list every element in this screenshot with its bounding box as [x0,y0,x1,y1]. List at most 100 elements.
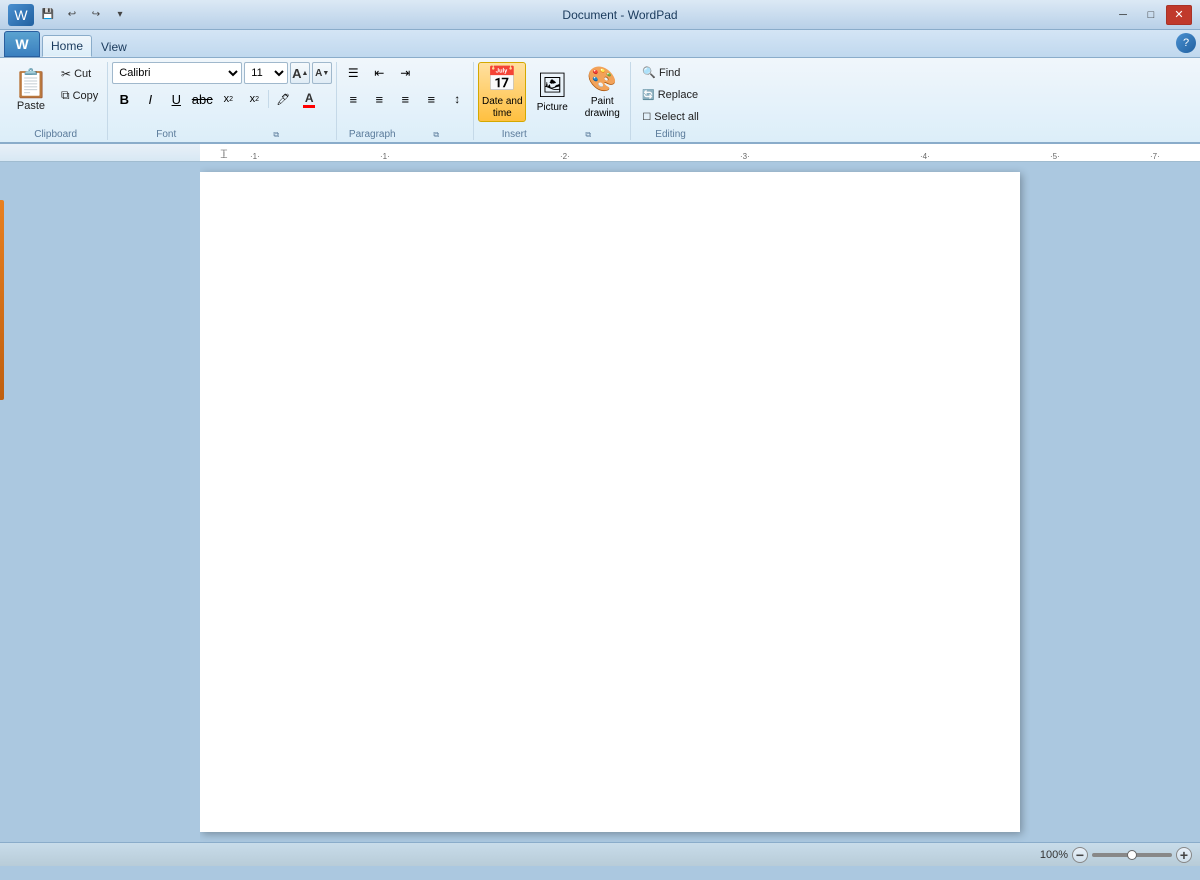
font-name-select[interactable]: Calibri [112,62,242,84]
highlight-icon: 🖊 [276,93,290,106]
font-color-indicator [303,105,315,108]
paint-icon: 🎨 [587,65,617,94]
underline-button[interactable]: U [164,88,188,110]
font-grow-button[interactable]: A▲ [290,62,310,84]
paint-drawing-button[interactable]: 🎨 Paintdrawing [578,62,626,122]
cut-button[interactable]: ✂ Cut [56,64,103,84]
title-bar: W 💾 ↩ ↪ ▾ Document - WordPad ─ □ ✕ [0,0,1200,30]
font-group-content: Calibri 11 A▲ A▼ B I U abc x2 x2 🖊 [112,62,332,127]
left-accent-bar [0,200,4,400]
tab-bar: W Home View ? [0,30,1200,58]
undo-quick-button[interactable]: ↩ [62,5,82,25]
picture-icon: 🖼 [537,71,567,100]
wordpad-logo-button[interactable]: W [4,31,40,57]
ruler: ·1· ·1· ·2· ·3· ·4· ·5· ·7· ⊤ ⊥ [0,144,1200,162]
font-group: Calibri 11 A▲ A▼ B I U abc x2 x2 🖊 [108,62,337,140]
strikethrough-button[interactable]: abc [190,88,214,110]
paste-icon: 📋 [14,70,49,98]
zoom-slider-thumb[interactable] [1127,850,1137,860]
font-expand-button[interactable]: ⧉ [220,130,332,140]
redo-quick-button[interactable]: ↪ [86,5,106,25]
status-bar: 100% − + [0,842,1200,866]
insert-group-content: 📅 Date andtime 🖼 Picture 🎨 Paintdrawing [478,62,626,127]
picture-button[interactable]: 🖼 Picture [528,62,576,122]
indent-marker[interactable]: ⊥ [220,150,228,161]
replace-icon: 🔄 [642,90,654,101]
copy-button[interactable]: ⧉ Copy [56,85,103,106]
select-all-icon: ☐ [642,112,651,123]
zoom-slider[interactable] [1092,853,1172,857]
cut-copy-column: ✂ Cut ⧉ Copy [56,62,103,106]
font-format-row: B I U abc x2 x2 🖊 A [112,88,321,110]
editing-group: 🔍 Find 🔄 Replace ☐ Select all Editing [631,62,710,140]
ruler-inner: ·1· ·1· ·2· ·3· ·4· ·5· ·7· ⊤ ⊥ [200,144,1200,161]
cut-icon: ✂ [61,67,71,81]
insert-expand-button[interactable]: ⧉ [550,130,626,140]
editing-label: Editing [635,127,706,140]
date-time-button[interactable]: 📅 Date andtime [478,62,526,122]
zoom-in-button[interactable]: + [1176,847,1192,863]
superscript-button[interactable]: x2 [242,88,266,110]
left-margin [0,162,200,842]
highlight-color-button[interactable]: 🖊 [271,88,295,110]
tab-view[interactable]: View [92,35,136,57]
justify-button[interactable]: ≡ [419,88,443,110]
align-right-button[interactable]: ≡ [393,88,417,110]
paragraph-group-content: ☰ ⇤ ⇥ ≡ ≡ ≡ ≡ ↕ [341,62,469,127]
font-label: Font ⧉ [112,127,332,140]
font-shrink-button[interactable]: A▼ [312,62,332,84]
window-controls: ─ □ ✕ [1110,5,1192,25]
minimize-button[interactable]: ─ [1110,5,1136,25]
paragraph-group: ☰ ⇤ ⇥ ≡ ≡ ≡ ≡ ↕ Paragraph ⧉ [337,62,474,140]
ribbon: 📋 Paste ✂ Cut ⧉ Copy Clipboard [0,58,1200,144]
font-color-icon: A [305,91,314,105]
align-left-button[interactable]: ≡ [341,88,365,110]
right-margin [1030,162,1200,842]
paragraph-row1: ☰ ⇤ ⇥ [341,62,417,84]
bullets-button[interactable]: ☰ [341,62,365,84]
paste-label: Paste [17,100,45,112]
save-quick-button[interactable]: 💾 [38,5,58,25]
copy-label: Copy [73,90,99,102]
replace-button[interactable]: 🔄 Replace [635,85,705,105]
line-spacing-button[interactable]: ↕ [445,88,469,110]
clipboard-group-content: 📋 Paste ✂ Cut ⧉ Copy [8,62,103,127]
window-title: Document - WordPad [130,8,1110,22]
paragraph-expand-button[interactable]: ⧉ [403,130,469,140]
clipboard-label: Clipboard [8,127,103,140]
find-button[interactable]: 🔍 Find [635,62,687,83]
document-page[interactable] [200,172,1020,832]
italic-button[interactable]: I [138,88,162,110]
subscript-button[interactable]: x2 [216,88,240,110]
picture-label: Picture [537,102,568,113]
main-area [0,162,1200,842]
select-all-label: Select all [654,111,699,123]
help-button[interactable]: ? [1176,33,1196,53]
paint-label: Paintdrawing [585,96,620,120]
find-icon: 🔍 [642,66,656,79]
document-area[interactable] [200,162,1030,842]
insert-label: Insert ⧉ [478,127,626,140]
font-size-select[interactable]: 11 [244,62,288,84]
clipboard-group: 📋 Paste ✂ Cut ⧉ Copy Clipboard [4,62,108,140]
cut-label: Cut [74,68,91,80]
date-time-label: Date andtime [482,96,523,120]
replace-label: Replace [658,89,698,101]
font-color-button[interactable]: A [297,88,321,110]
select-all-button[interactable]: ☐ Select all [635,107,706,127]
maximize-button[interactable]: □ [1138,5,1164,25]
close-button[interactable]: ✕ [1166,5,1192,25]
bold-button[interactable]: B [112,88,136,110]
zoom-percent-label: 100% [1040,849,1068,861]
decrease-indent-button[interactable]: ⇤ [367,62,391,84]
align-center-button[interactable]: ≡ [367,88,391,110]
zoom-section: 100% − + [1040,847,1192,863]
tab-home[interactable]: Home [42,35,92,57]
increase-indent-button[interactable]: ⇥ [393,62,417,84]
zoom-out-button[interactable]: − [1072,847,1088,863]
paste-button[interactable]: 📋 Paste [8,62,54,120]
editing-group-content: 🔍 Find 🔄 Replace ☐ Select all [635,62,706,127]
paragraph-row2: ≡ ≡ ≡ ≡ ↕ [341,88,469,110]
wordpad-menu-button[interactable]: W [8,4,34,26]
quick-access-dropdown[interactable]: ▾ [110,5,130,25]
